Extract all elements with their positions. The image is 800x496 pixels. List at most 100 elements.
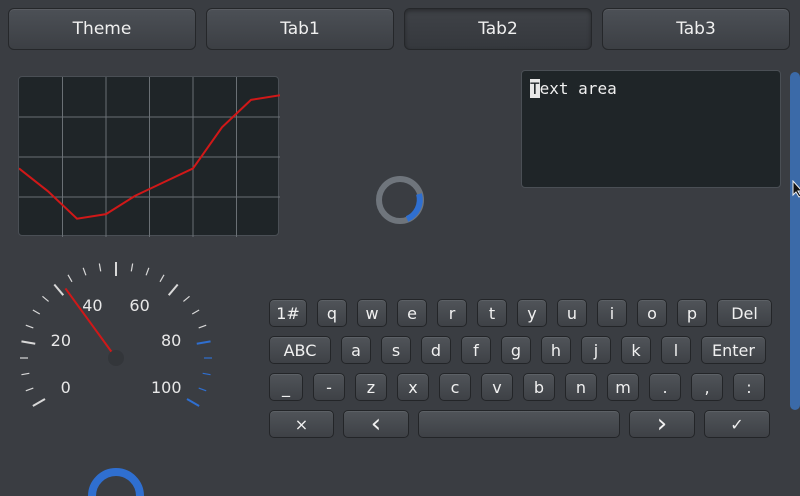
key-f[interactable]: f [461, 336, 491, 364]
scrollbar[interactable] [790, 72, 800, 410]
key-check-icon[interactable]: ✓ [704, 410, 770, 438]
chart-point [221, 126, 223, 128]
key--[interactable]: - [313, 373, 345, 401]
key-label: p [686, 303, 698, 323]
key-j[interactable]: j [581, 336, 611, 364]
key-g[interactable]: g [501, 336, 531, 364]
key-Del[interactable]: Del [717, 299, 772, 327]
key-b[interactable]: b [523, 373, 555, 401]
key-_[interactable]: _ [269, 373, 303, 401]
key-o[interactable]: o [637, 299, 667, 327]
tab-tab3[interactable]: Tab3 [602, 8, 790, 50]
key-space[interactable] [418, 410, 620, 438]
tab-tab2[interactable]: Tab2 [404, 8, 592, 50]
key-r[interactable]: r [437, 299, 467, 327]
key-label: n [575, 377, 587, 397]
chart-point [76, 218, 78, 220]
gauge-tick [53, 283, 65, 296]
key-t[interactable]: t [477, 299, 507, 327]
key-u[interactable]: u [557, 299, 587, 327]
chart-point [134, 195, 136, 197]
chart-point [105, 213, 107, 215]
gauge-tick [159, 274, 165, 283]
key-c[interactable]: c [439, 373, 471, 401]
key-.[interactable]: . [649, 373, 681, 401]
key-label: ‹ [370, 409, 382, 439]
key-y[interactable]: y [517, 299, 547, 327]
key-i[interactable]: i [597, 299, 627, 327]
key-ABC[interactable]: ABC [269, 336, 331, 364]
key-label: - [326, 377, 332, 397]
tab-tab2-label: Tab2 [478, 19, 518, 39]
gauge-tick [202, 372, 211, 376]
key-label: : [746, 377, 752, 397]
gauge-tick [167, 283, 179, 296]
key-1#[interactable]: 1# [269, 299, 307, 327]
key-k[interactable]: k [621, 336, 651, 364]
gauge-label: 40 [82, 296, 102, 315]
gauge-tick [191, 309, 200, 315]
key-,[interactable]: , [691, 373, 723, 401]
key-z[interactable]: z [355, 373, 387, 401]
key-x[interactable]: x [397, 373, 429, 401]
key-label: h [550, 340, 562, 360]
key-q[interactable]: q [317, 299, 347, 327]
key-s[interactable]: s [381, 336, 411, 364]
chart-point [47, 190, 49, 192]
key-label: z [366, 377, 376, 397]
key-h[interactable]: h [541, 336, 571, 364]
key-d[interactable]: d [421, 336, 451, 364]
key-label: . [662, 377, 668, 397]
gauge-tick [198, 324, 207, 329]
key-:[interactable]: : [733, 373, 765, 401]
gauge-label: 0 [61, 378, 71, 397]
key-label: ABC [283, 340, 317, 360]
key-e[interactable]: e [397, 299, 427, 327]
gauge-ticks [20, 262, 212, 407]
key-label: q [326, 303, 338, 323]
key-a[interactable]: a [341, 336, 371, 364]
key-label: m [615, 377, 631, 397]
chart-point [192, 167, 194, 169]
text-caret: T [530, 79, 540, 98]
gauge-tick [25, 324, 34, 329]
key-label: 1# [276, 303, 300, 323]
gauge-tick [196, 340, 211, 345]
tab-tab1-label: Tab1 [280, 19, 320, 39]
key-label: › [656, 409, 668, 439]
line-chart-svg [19, 77, 280, 237]
text-area[interactable]: Text area [521, 70, 781, 188]
gauge-tick [32, 309, 41, 315]
key-Enter[interactable]: Enter [701, 336, 766, 364]
key-label: ✓ [730, 414, 744, 434]
key-right-arrow-icon[interactable]: › [629, 410, 695, 438]
gauge-tick [98, 263, 102, 272]
key-label: Del [731, 303, 758, 323]
gauge-tick [25, 387, 34, 392]
key-n[interactable]: n [565, 373, 597, 401]
key-label: a [351, 340, 361, 360]
key-label: f [473, 340, 479, 360]
key-label: j [593, 340, 599, 360]
key-label: l [673, 340, 679, 360]
gauge-label: 20 [51, 331, 71, 350]
key-label: _ [282, 377, 290, 397]
gauge-tick [130, 263, 134, 272]
gauge-label: 60 [129, 296, 149, 315]
tab-theme[interactable]: Theme [8, 8, 196, 50]
gauge-tick [42, 295, 49, 302]
gauge-tick [32, 398, 46, 407]
key-p[interactable]: p [677, 299, 707, 327]
key-label: w [365, 303, 379, 323]
key-m[interactable]: m [607, 373, 639, 401]
gauge-labels: 0 20 40 60 80 100 [51, 296, 182, 397]
key-close-icon[interactable]: × [269, 410, 334, 438]
chart-point [250, 99, 252, 101]
key-w[interactable]: w [357, 299, 387, 327]
key-v[interactable]: v [481, 373, 513, 401]
key-left-arrow-icon[interactable]: ‹ [343, 410, 409, 438]
gauge-hub [108, 350, 124, 366]
gauge-tick [67, 274, 73, 283]
key-l[interactable]: l [661, 336, 691, 364]
tab-tab1[interactable]: Tab1 [206, 8, 394, 50]
